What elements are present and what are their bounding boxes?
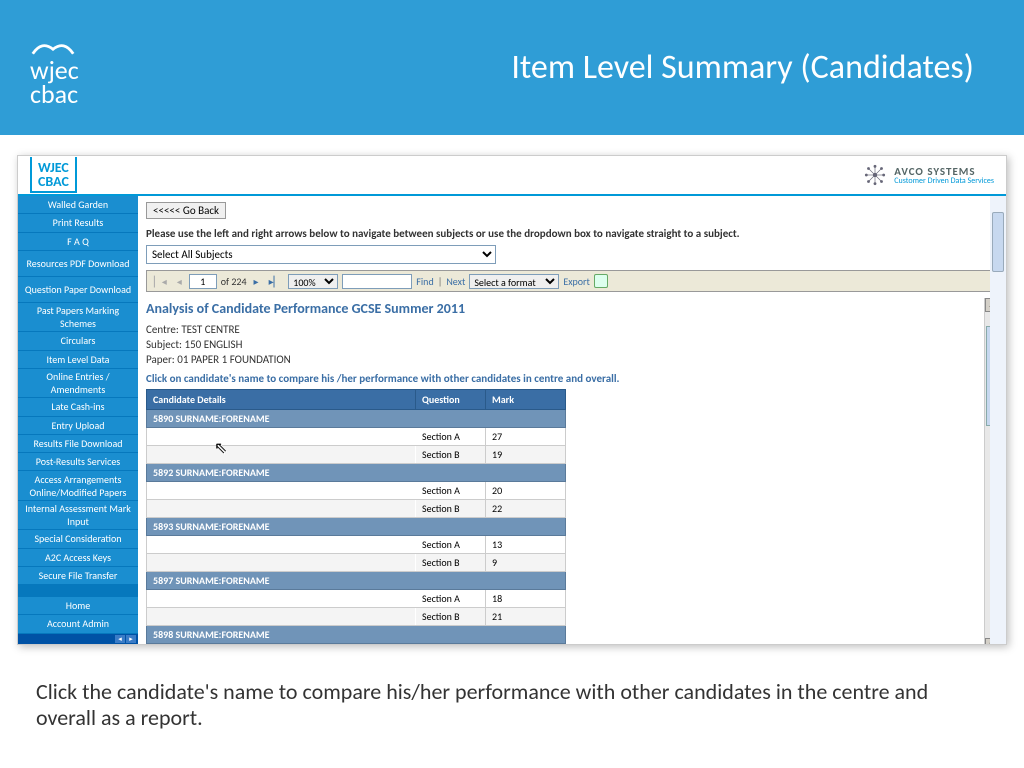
report-viewport: Analysis of Candidate Performance GCSE S… (146, 298, 998, 644)
centre-value: TEST CENTRE (181, 323, 240, 336)
sidebar-item[interactable]: Late Cash-ins (18, 398, 138, 416)
sidebar-item[interactable]: Walled Garden (18, 196, 138, 214)
sidebar-item[interactable]: A2C Access Keys (18, 549, 138, 567)
sidebar-item[interactable]: Post-Results Services (18, 453, 138, 471)
candidate-name-row[interactable]: 5897 SURNAME:FORENAME (147, 572, 566, 590)
table-row: Section A20 (147, 482, 566, 500)
candidate-name-row[interactable]: 5890 SURNAME:FORENAME (147, 410, 566, 428)
slide-caption: Click the candidate's name to compare hi… (0, 665, 1024, 732)
candidate-name-row[interactable]: 5898 SURNAME:FORENAME (147, 626, 566, 644)
app-logo: WJECCBAC (30, 157, 77, 193)
subject-value: 150 ENGLISH (185, 338, 243, 351)
slide-banner: wjeccbac Item Level Summary (Candidates) (0, 0, 1024, 135)
next-link[interactable]: Next (446, 275, 465, 288)
candidate-name-row[interactable]: 5893 SURNAME:FORENAME (147, 518, 566, 536)
paper-value: 01 PAPER 1 FOUNDATION (177, 353, 290, 366)
table-row: Section B21 (147, 608, 566, 626)
candidate-table: Candidate Details Question Mark 5890 SUR… (146, 389, 566, 644)
nav-instruction: Please use the left and right arrows bel… (146, 227, 998, 240)
window-scrollbar[interactable] (990, 196, 1006, 644)
find-input[interactable] (342, 274, 412, 289)
find-link[interactable]: Find (416, 275, 433, 288)
avco-logo: AVCO SYSTEMSCustomer Driven Data Service… (862, 162, 994, 188)
col-mark: Mark (486, 390, 566, 410)
table-row: Section A15 (147, 644, 566, 645)
app-window: WJECCBAC AVCO SYSTEMSCustomer Driven Dat… (17, 155, 1007, 645)
sidebar: Walled GardenPrint ResultsF A QResources… (18, 196, 138, 644)
candidate-name-row[interactable]: 5892 SURNAME:FORENAME (147, 464, 566, 482)
table-row: Section A18 (147, 590, 566, 608)
sidebar-item[interactable]: Internal Assessment Mark Input (18, 501, 138, 531)
prev-page-icon[interactable]: ◂ (174, 275, 185, 288)
table-row: Section A27 (147, 428, 566, 446)
table-row: Section B9 (147, 554, 566, 572)
logo-text-2: cbac (30, 78, 78, 110)
app-header: WJECCBAC AVCO SYSTEMSCustomer Driven Dat… (18, 156, 1006, 196)
first-page-icon[interactable]: ▏◂ (151, 275, 170, 288)
next-page-icon[interactable]: ▸ (251, 275, 262, 288)
wjec-logo: wjeccbac (30, 29, 79, 106)
page-total: of 224 (221, 275, 247, 288)
report-hint: Click on candidate's name to compare his… (146, 372, 982, 385)
sidebar-item[interactable]: Circulars (18, 332, 138, 350)
sidebar-item[interactable]: Online Entries / Amendments (18, 369, 138, 399)
sidebar-item[interactable]: Special Consideration (18, 530, 138, 548)
sidebar-item[interactable]: Question Paper Download (18, 277, 138, 303)
table-row: Section B22 (147, 500, 566, 518)
sidebar-item[interactable]: Resources PDF Download (18, 251, 138, 277)
go-back-button[interactable]: <<<<< Go Back (146, 202, 226, 219)
sidebar-item[interactable]: Secure File Transfer (18, 567, 138, 585)
page-input[interactable] (189, 274, 217, 289)
sidebar-item[interactable]: Entry Upload (18, 417, 138, 435)
sidebar-item[interactable]: Past Papers Marking Schemes (18, 303, 138, 333)
report-title: Analysis of Candidate Performance GCSE S… (146, 300, 982, 317)
table-row: Section A13 (147, 536, 566, 554)
table-row: Section B19 (147, 446, 566, 464)
export-link[interactable]: Export (563, 275, 590, 288)
zoom-select[interactable]: 100% (288, 274, 338, 289)
sidebar-item[interactable]: Account Admin (18, 615, 138, 633)
sidebar-item[interactable]: F A Q (18, 233, 138, 251)
col-details: Candidate Details (147, 390, 416, 410)
report-toolbar: ▏◂ ◂ of 224 ▸ ▸▏ 100% Find | Next Select… (146, 270, 998, 292)
col-question: Question (416, 390, 486, 410)
sidebar-item[interactable]: Access Arrangements Online/Modified Pape… (18, 471, 138, 501)
refresh-icon[interactable] (594, 274, 608, 288)
sidebar-item[interactable]: Print Results (18, 214, 138, 232)
sidebar-item[interactable]: Home (18, 597, 138, 615)
format-select[interactable]: Select a format (469, 274, 559, 289)
sidebar-item[interactable]: Item Level Data (18, 351, 138, 369)
last-page-icon[interactable]: ▸▏ (266, 275, 285, 288)
sidebar-item[interactable]: Results File Download (18, 435, 138, 453)
slide-title: Item Level Summary (Candidates) (511, 47, 974, 88)
avco-icon (862, 162, 888, 188)
subject-select[interactable]: Select All Subjects (146, 245, 496, 264)
